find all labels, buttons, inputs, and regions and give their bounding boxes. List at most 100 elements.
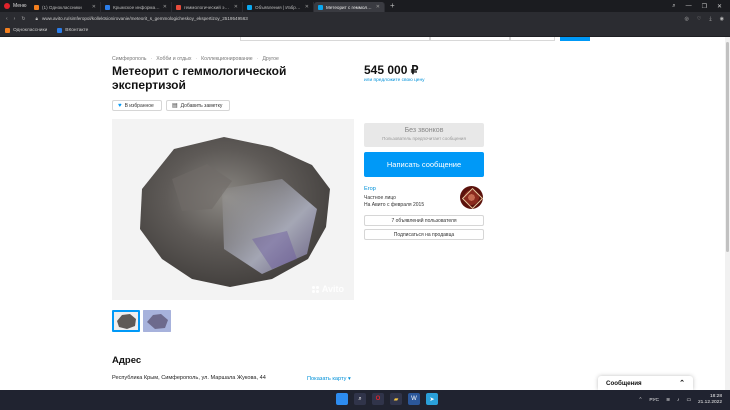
browser-tab[interactable]: геммологический экспе ✕ — [172, 2, 243, 12]
avito-logo-icon — [311, 285, 320, 293]
minimize-icon[interactable]: — — [686, 3, 692, 10]
bookmark-vkontakte[interactable]: ВКонтакте — [57, 28, 88, 33]
search-tabs-icon[interactable]: ⌕ — [672, 3, 675, 10]
page-content: Симферополь · Хобби и отдых · Коллекционир… — [0, 37, 730, 390]
browser-tab[interactable]: Крымское информацион✕ — [101, 2, 172, 12]
breadcrumb-item[interactable]: Хобби и отдых — [156, 56, 191, 62]
download-icon[interactable]: ⤓ — [709, 16, 711, 22]
breadcrumb-item[interactable]: Симферополь — [112, 56, 146, 62]
windows-taskbar: ⌕ O ▰ W ➤ ⌃ РУС ≋ ♪ ▭ 18:28 21.12.2022 — [0, 390, 730, 410]
maximize-icon[interactable]: ❐ — [702, 3, 707, 10]
profile-icon[interactable]: ◉ — [720, 16, 724, 22]
add-note-button[interactable]: ▤ Добавить заметку — [166, 100, 230, 111]
price: 545 000 ₽ — [364, 63, 419, 77]
tab-title: геммологический экспе — [184, 4, 231, 10]
opera-icon[interactable]: O — [372, 393, 384, 405]
browser-tab-bar: Меню (1) Одноклассники ✕ Крымское информац… — [0, 0, 730, 12]
show-map-link[interactable]: Показать карту ▾ — [307, 376, 351, 382]
tab-favicon-icon — [176, 4, 181, 10]
speaker-icon[interactable]: ♪ — [677, 398, 679, 403]
add-to-favorites-button[interactable]: ♥ В избранное — [112, 100, 162, 111]
browser-menu-button[interactable]: Меню — [0, 0, 30, 12]
chevron-down-icon: ▾ — [348, 376, 351, 382]
battery-icon[interactable]: ▭ — [686, 398, 691, 403]
search-field-edge[interactable] — [240, 37, 430, 41]
bookmarks-bar: Одноклассники ВКонтакте — [0, 25, 730, 37]
offer-price-link[interactable]: или предложите свою цену — [364, 78, 425, 83]
bookmark-odnoklassniki[interactable]: Одноклассники — [5, 28, 47, 33]
bookmark-heart-icon[interactable]: ♡ — [697, 16, 701, 22]
avito-search-strip — [240, 37, 590, 41]
telegram-icon[interactable]: ➤ — [426, 393, 438, 405]
clock[interactable]: 18:28 21.12.2022 — [698, 394, 722, 406]
address-text: www.avito.ru/simferopol/kollektsionirova… — [42, 16, 248, 21]
vk-icon — [57, 28, 63, 33]
odnoklassniki-icon — [5, 28, 10, 33]
wifi-icon[interactable]: ≋ — [666, 398, 670, 403]
search-icon[interactable]: ⌕ — [354, 393, 366, 405]
messages-panel-title: Сообщения — [606, 379, 642, 387]
thumbnail-image — [143, 310, 171, 332]
tab-favicon-icon — [318, 4, 323, 10]
tab-close-icon[interactable]: ✕ — [163, 4, 167, 10]
no-calls-title: Без звонков — [404, 127, 444, 134]
browser-tab[interactable]: (1) Одноклассники ✕ — [30, 2, 101, 12]
tab-close-icon[interactable]: ✕ — [305, 4, 309, 10]
favorites-label: В избранное — [124, 102, 154, 109]
tab-title: (1) Одноклассники — [42, 4, 82, 10]
browser-tab[interactable]: Объявления | Избранное✕ — [243, 2, 314, 12]
camera-icon[interactable]: ◎ — [685, 16, 689, 22]
keyboard-language[interactable]: РУС — [649, 398, 659, 403]
browser-toolbar: ‹ › ↻ 🔒︎ www.avito.ru/simferopol/kollekt… — [0, 12, 730, 25]
breadcrumb: Симферополь · Хобби и отдых · Коллекционир… — [112, 56, 279, 62]
back-icon[interactable]: ‹ — [6, 16, 8, 22]
user-ads-button[interactable]: 7 объявлений пользователя — [364, 215, 484, 226]
write-message-button[interactable]: Написать сообщение — [364, 152, 484, 177]
heart-icon: ♥ — [118, 102, 122, 109]
forward-icon[interactable]: › — [14, 16, 16, 22]
address-heading: Адрес — [112, 355, 142, 366]
lock-icon: 🔒︎ — [35, 16, 38, 21]
seller-name[interactable]: Егор — [364, 186, 376, 192]
meteorite-image — [112, 119, 354, 300]
location-edge[interactable] — [510, 37, 555, 41]
tab-close-icon[interactable]: ✕ — [92, 4, 96, 10]
bookmark-label: ВКонтакте — [65, 28, 89, 33]
address-bar[interactable]: 🔒︎ www.avito.ru/simferopol/kollektsionir… — [32, 14, 332, 23]
chevron-up-icon[interactable]: ⌃ — [679, 379, 685, 387]
subscribe-seller-button[interactable]: Подписаться на продавца — [364, 229, 484, 240]
new-tab-button[interactable]: + — [385, 1, 400, 11]
seller-type: Частное лицо — [364, 195, 396, 201]
avito-watermark: Avito — [311, 284, 344, 294]
tab-favicon-icon — [105, 4, 110, 10]
word-icon[interactable]: W — [408, 393, 420, 405]
seller-since: На Авито с февраля 2015 — [364, 202, 425, 208]
scrollbar-thumb[interactable] — [726, 42, 729, 252]
breadcrumb-item[interactable]: Коллекционирование — [201, 56, 253, 62]
tab-title: Метеорит с геммологи — [326, 4, 373, 10]
reload-icon[interactable]: ↻ — [21, 16, 25, 22]
start-icon[interactable] — [336, 393, 348, 405]
chevron-up-icon[interactable]: ⌃ — [638, 398, 642, 403]
product-photo[interactable]: Avito — [112, 119, 354, 300]
messages-panel[interactable]: Сообщения ⌃ — [598, 376, 693, 390]
menu-label: Меню — [13, 3, 27, 9]
tab-title: Крымское информацион — [113, 4, 160, 10]
breadcrumb-item[interactable]: Другое — [262, 56, 278, 62]
photo-thumbnail-2[interactable] — [143, 310, 171, 332]
tab-close-icon[interactable]: ✕ — [376, 4, 380, 10]
tab-favicon-icon — [34, 4, 39, 10]
browser-tab[interactable]: Метеорит с геммологи ✕ — [314, 2, 385, 12]
no-calls-subtitle: Пользователь предпочитает сообщения — [382, 136, 466, 141]
explorer-icon[interactable]: ▰ — [390, 393, 402, 405]
seller-avatar[interactable] — [460, 186, 483, 209]
scrollbar[interactable] — [725, 37, 730, 390]
category-edge[interactable] — [430, 37, 510, 41]
tab-title: Объявления | Избранное — [255, 4, 302, 10]
close-window-icon[interactable]: ✕ — [717, 3, 722, 10]
search-button-edge[interactable] — [560, 37, 590, 41]
tab-close-icon[interactable]: ✕ — [234, 4, 238, 10]
photo-thumbnail-1[interactable] — [112, 310, 140, 332]
address-text: Республика Крым, Симферополь, ул. Маршал… — [112, 375, 266, 381]
show-map-label: Показать карту — [307, 376, 347, 382]
